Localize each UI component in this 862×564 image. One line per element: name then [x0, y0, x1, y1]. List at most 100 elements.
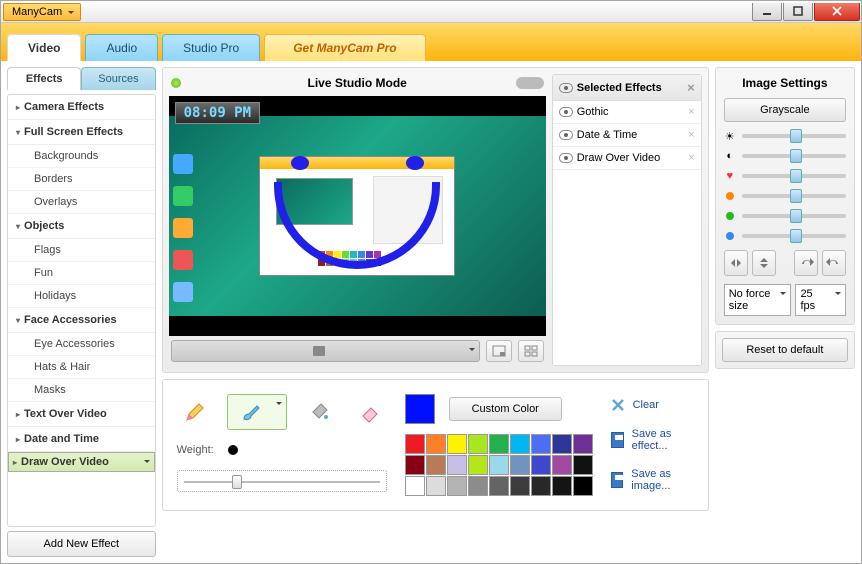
brightness-slider[interactable]: ☀	[724, 130, 846, 142]
color-swatch[interactable]	[426, 455, 446, 475]
color-swatch[interactable]	[510, 455, 530, 475]
force-size-select[interactable]: No force size	[724, 284, 792, 316]
fx-hats-hair[interactable]: Hats & Hair	[8, 356, 155, 379]
eye-icon[interactable]	[559, 107, 573, 117]
fx-overlays[interactable]: Overlays	[8, 191, 155, 214]
layout-grid-button[interactable]	[518, 340, 544, 362]
color-swatch[interactable]	[510, 434, 530, 454]
color-swatch[interactable]	[405, 455, 425, 475]
maximize-button[interactable]	[783, 3, 813, 21]
flip-horizontal-button[interactable]	[724, 250, 748, 276]
color-swatch[interactable]	[573, 476, 593, 496]
fx-eye-accessories[interactable]: Eye Accessories	[8, 333, 155, 356]
remove-effect-button[interactable]: ×	[688, 152, 694, 164]
color-swatch[interactable]	[531, 455, 551, 475]
current-color-swatch[interactable]	[405, 394, 435, 424]
brush-tool[interactable]	[227, 394, 287, 430]
fx-date-and-time[interactable]: Date and Time	[8, 427, 155, 452]
cat-fullscreen-effects[interactable]: Full Screen Effects	[8, 120, 155, 145]
tab-video[interactable]: Video	[7, 34, 81, 61]
color-swatch[interactable]	[468, 476, 488, 496]
green-slider[interactable]	[724, 210, 846, 222]
selected-effect-row[interactable]: Gothic ×	[553, 101, 701, 124]
eye-icon[interactable]	[559, 130, 573, 140]
app-menu-button[interactable]: ManyCam	[3, 3, 81, 21]
cat-objects[interactable]: Objects	[8, 214, 155, 239]
fx-backgrounds[interactable]: Backgrounds	[8, 145, 155, 168]
color-swatch[interactable]	[426, 434, 446, 454]
color-swatch[interactable]	[447, 476, 467, 496]
color-swatch[interactable]	[447, 455, 467, 475]
color-swatch[interactable]	[468, 434, 488, 454]
undo-button[interactable]	[822, 250, 846, 276]
weight-slider[interactable]	[177, 470, 387, 492]
tool-controls: Weight:	[177, 394, 387, 496]
fx-draw-over-video[interactable]: Draw Over Video	[8, 452, 155, 472]
color-swatch[interactable]	[510, 476, 530, 496]
flip-vertical-button[interactable]	[752, 250, 776, 276]
selected-effect-row[interactable]: Date & Time ×	[553, 124, 701, 147]
bucket-tool[interactable]	[301, 394, 337, 430]
fx-holidays[interactable]: Holidays	[8, 285, 155, 308]
red-slider[interactable]: ♥	[724, 170, 846, 182]
orange-icon	[724, 190, 736, 202]
subtab-sources[interactable]: Sources	[81, 67, 155, 90]
grayscale-button[interactable]: Grayscale	[724, 98, 846, 122]
left-column: Effects Sources Camera Effects Full Scre…	[7, 67, 156, 557]
color-swatch[interactable]	[447, 434, 467, 454]
tab-get-pro[interactable]: Get ManyCam Pro	[264, 34, 425, 61]
effect-label: Date & Time	[577, 129, 638, 141]
clear-button[interactable]: Clear	[611, 398, 694, 412]
color-swatch[interactable]	[405, 476, 425, 496]
color-swatch[interactable]	[552, 434, 572, 454]
fps-select[interactable]: 25 fps	[795, 284, 846, 316]
color-swatch[interactable]	[573, 455, 593, 475]
color-swatch[interactable]	[489, 476, 509, 496]
color-swatch[interactable]	[426, 476, 446, 496]
subtabs: Effects Sources	[7, 67, 156, 90]
color-swatch[interactable]	[573, 434, 593, 454]
custom-color-button[interactable]: Custom Color	[449, 397, 562, 421]
tab-audio[interactable]: Audio	[85, 34, 158, 61]
minimize-button[interactable]	[752, 3, 782, 21]
cat-face-accessories[interactable]: Face Accessories	[8, 308, 155, 333]
save-as-image-button[interactable]: Save as image...	[611, 468, 694, 492]
fx-masks[interactable]: Masks	[8, 379, 155, 402]
fx-borders[interactable]: Borders	[8, 168, 155, 191]
main-tabs: Video Audio Studio Pro Get ManyCam Pro	[1, 23, 861, 61]
eye-icon[interactable]	[559, 153, 573, 163]
redo-button[interactable]	[794, 250, 818, 276]
pencil-tool[interactable]	[177, 394, 213, 430]
color-swatch[interactable]	[552, 455, 572, 475]
selected-effect-row[interactable]: Draw Over Video×	[553, 147, 701, 170]
contrast-slider[interactable]: ◐	[724, 150, 846, 162]
remove-effect-button[interactable]: ×	[688, 129, 694, 141]
save-as-effect-button[interactable]: Save as effect...	[611, 428, 694, 452]
color-swatch[interactable]	[405, 434, 425, 454]
remove-effect-button[interactable]: ×	[688, 106, 694, 118]
fx-flags[interactable]: Flags	[8, 239, 155, 262]
cat-camera-effects[interactable]: Camera Effects	[8, 95, 155, 120]
color-swatch[interactable]	[531, 476, 551, 496]
layout-pip-button[interactable]	[486, 340, 512, 362]
fx-fun[interactable]: Fun	[8, 262, 155, 285]
color-swatch[interactable]	[489, 455, 509, 475]
eraser-tool[interactable]	[351, 394, 387, 430]
tab-studio-pro[interactable]: Studio Pro	[162, 34, 260, 61]
blue-slider[interactable]	[724, 230, 846, 242]
add-new-effect-button[interactable]: Add New Effect	[7, 531, 156, 557]
fx-text-over-video[interactable]: Text Over Video	[8, 402, 155, 427]
layout-single-button[interactable]	[171, 340, 480, 362]
color-swatch[interactable]	[531, 434, 551, 454]
effect-label: Gothic	[577, 106, 609, 118]
preview-toggle[interactable]	[516, 77, 544, 89]
reset-to-default-button[interactable]: Reset to default	[722, 338, 848, 362]
color-swatch[interactable]	[489, 434, 509, 454]
subtab-effects[interactable]: Effects	[7, 67, 81, 90]
color-swatch[interactable]	[468, 455, 488, 475]
clear-all-effects-button[interactable]: ×	[687, 80, 695, 95]
close-button[interactable]	[814, 3, 860, 21]
color-swatch[interactable]	[552, 476, 572, 496]
orange-slider[interactable]	[724, 190, 846, 202]
video-preview[interactable]: 08:09 PM	[169, 96, 546, 336]
